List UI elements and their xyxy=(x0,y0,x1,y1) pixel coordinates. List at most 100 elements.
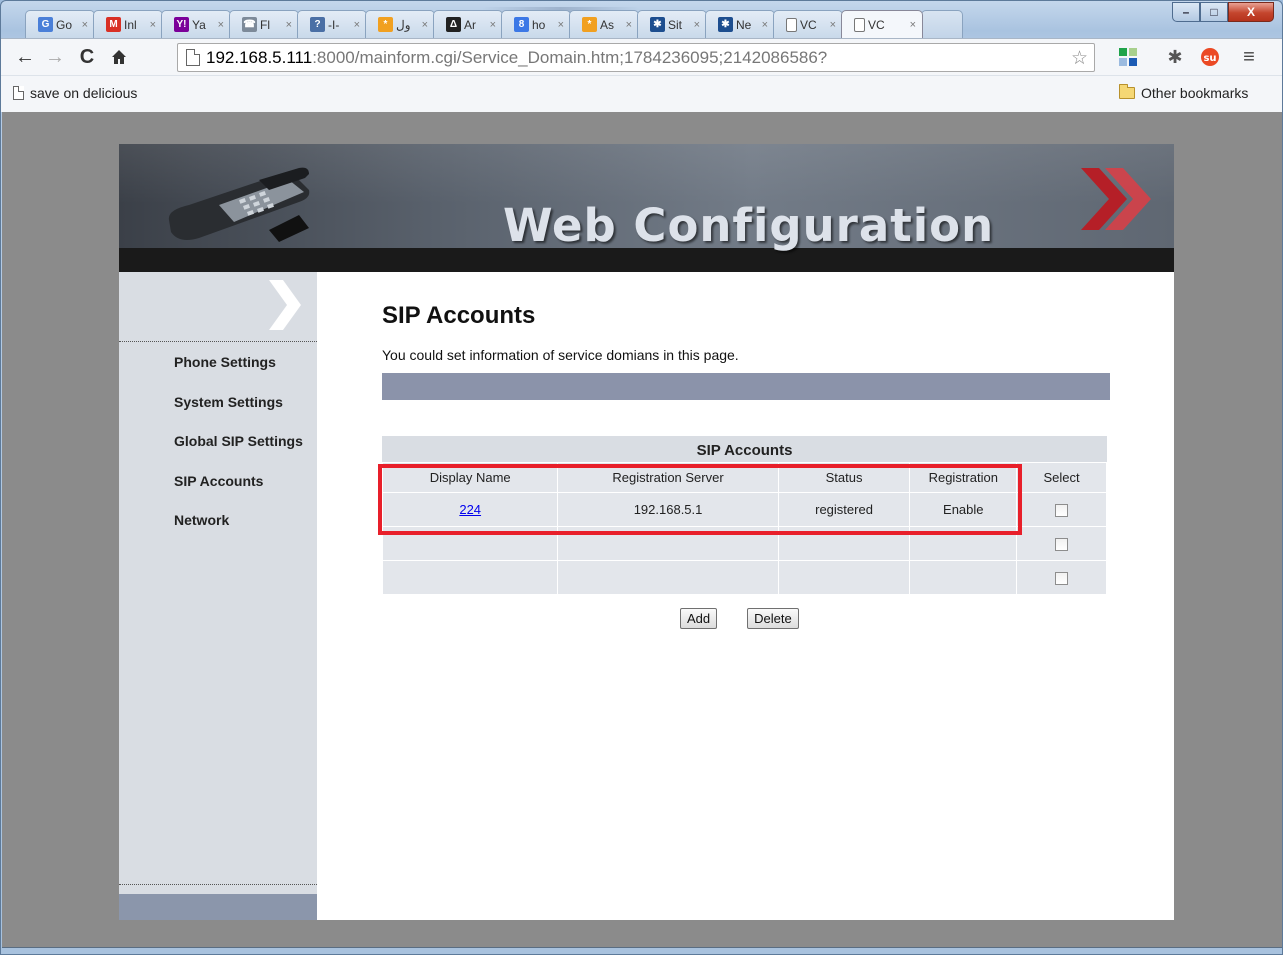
browser-tab[interactable]: VC × xyxy=(841,10,923,38)
registration-cell xyxy=(910,561,1017,594)
tab-label: VC xyxy=(868,17,885,32)
sidebar-item-global-sip-settings[interactable]: Global SIP Settings xyxy=(174,431,303,471)
bookmark-star-icon[interactable]: ☆ xyxy=(1071,47,1088,70)
display-name-cell xyxy=(383,527,558,560)
minimize-button[interactable]: – xyxy=(1172,2,1200,22)
status-cell xyxy=(778,561,910,594)
browser-tab[interactable]: ✱ Sit × xyxy=(637,10,707,38)
table-caption: SIP Accounts xyxy=(382,436,1107,462)
menu-icon[interactable]: ≡ xyxy=(1238,46,1260,68)
home-icon[interactable] xyxy=(107,45,131,69)
tab-close-icon[interactable]: × xyxy=(422,19,428,31)
sidebar-divider-bottom xyxy=(119,884,317,885)
sidebar-item-system-settings[interactable]: System Settings xyxy=(174,392,303,432)
registration-server-cell xyxy=(558,527,778,560)
display-name-cell: 224 xyxy=(383,493,558,526)
browser-tab[interactable]: VC × xyxy=(773,10,843,38)
column-header: Registration Server xyxy=(558,463,778,492)
window-controls: – □ X xyxy=(1172,2,1274,22)
sidebar-item-network[interactable]: Network xyxy=(174,510,303,550)
account-link[interactable]: 224 xyxy=(459,502,481,517)
tab-label: Ne xyxy=(736,17,752,32)
table-header-row: Display Name Registration Server Status … xyxy=(383,463,1106,492)
folder-icon xyxy=(1119,84,1135,99)
sidebar-item-phone-settings[interactable]: Phone Settings xyxy=(174,352,303,392)
tab-label: Ya xyxy=(192,17,206,32)
browser-tab[interactable]: ? -I- × xyxy=(297,10,367,38)
sidebar-item-sip-accounts[interactable]: SIP Accounts xyxy=(174,471,303,511)
browser-tab[interactable]: 8 ho × xyxy=(501,10,571,38)
tab-favicon-icon: Y! xyxy=(174,17,189,32)
browser-tab[interactable]: M Inl × xyxy=(93,10,163,38)
select-checkbox[interactable] xyxy=(1055,504,1069,518)
page-icon xyxy=(13,86,24,100)
browser-tab[interactable]: Δ Ar × xyxy=(433,10,503,38)
browser-tab[interactable]: ☎ Fl × xyxy=(229,10,299,38)
add-button[interactable]: Add xyxy=(680,608,718,629)
select-cell xyxy=(1017,561,1106,594)
new-tab-button[interactable] xyxy=(921,10,963,38)
tab-favicon-icon xyxy=(854,17,865,32)
action-buttons: Add Delete xyxy=(680,608,799,629)
column-header: Status xyxy=(778,463,910,492)
tab-close-icon[interactable]: × xyxy=(830,19,836,31)
tab-favicon-icon: G xyxy=(38,17,53,32)
select-checkbox[interactable] xyxy=(1055,572,1069,586)
browser-tab[interactable]: * As × xyxy=(569,10,639,38)
bookmark-save-on-delicious[interactable]: save on delicious xyxy=(13,85,137,101)
web-config-page: Web Configuration Phone Settings System S… xyxy=(119,144,1174,920)
page-description: You could set information of service dom… xyxy=(382,347,739,363)
tab-strip: G Go × M Inl × Y! Ya × ☎ Fl ×? -I- × * ول × Δ Ar × 8 ho × * As × ✱… xyxy=(25,10,963,38)
tab-close-icon[interactable]: × xyxy=(910,19,916,31)
tab-close-icon[interactable]: × xyxy=(558,19,564,31)
close-window-button[interactable]: X xyxy=(1228,2,1274,22)
tab-close-icon[interactable]: × xyxy=(82,19,88,31)
svg-text:su: su xyxy=(1203,53,1216,64)
browser-tab[interactable]: * ول × xyxy=(365,10,435,38)
double-chevron-icon xyxy=(1081,168,1151,230)
telephone-icon xyxy=(168,167,310,242)
tab-favicon-icon: ☎ xyxy=(242,17,257,32)
tab-close-icon[interactable]: × xyxy=(354,19,360,31)
tab-close-icon[interactable]: × xyxy=(150,19,156,31)
bookmarks-bar: save on delicious Other bookmarks xyxy=(1,75,1282,113)
tab-label: Inl xyxy=(124,17,137,32)
delete-button[interactable]: Delete xyxy=(747,608,799,629)
firebug-icon[interactable]: ✱ xyxy=(1164,46,1186,68)
back-arrow-icon[interactable]: ← xyxy=(13,45,37,69)
table-row xyxy=(383,527,1106,560)
reload-icon[interactable]: C xyxy=(75,45,99,69)
registration-cell xyxy=(910,527,1017,560)
tab-favicon-icon: ✱ xyxy=(718,17,733,32)
bookmark-label: save on delicious xyxy=(30,85,138,101)
sidebar-footer xyxy=(119,894,317,920)
display-name-cell xyxy=(383,561,558,594)
address-bar[interactable]: 192.168.5.111:8000/mainform.cgi/Service_… xyxy=(177,43,1095,72)
registration-server-cell: 192.168.5.1 xyxy=(558,493,778,526)
tab-close-icon[interactable]: × xyxy=(218,19,224,31)
tab-close-icon[interactable]: × xyxy=(694,19,700,31)
forward-arrow-icon[interactable]: → xyxy=(43,45,67,69)
tab-close-icon[interactable]: × xyxy=(490,19,496,31)
page-icon xyxy=(186,49,200,66)
sidebar: Phone Settings System Settings Global SIP … xyxy=(119,272,317,920)
browser-tab[interactable]: G Go × xyxy=(25,10,95,38)
table-row: 224 192.168.5.1 registered Enable xyxy=(383,493,1106,526)
tab-close-icon[interactable]: × xyxy=(286,19,292,31)
tab-label: Fl xyxy=(260,17,270,32)
tab-label: VC xyxy=(800,17,817,32)
tab-close-icon[interactable]: × xyxy=(626,19,632,31)
tab-label: -I- xyxy=(328,17,340,32)
extension-tiles-icon[interactable] xyxy=(1117,46,1139,68)
tab-favicon-icon: Δ xyxy=(446,17,461,32)
info-bar xyxy=(382,373,1110,400)
page-viewport: Web Configuration Phone Settings System S… xyxy=(2,112,1282,948)
sidebar-divider-top xyxy=(119,341,317,342)
stumbleupon-icon[interactable]: su xyxy=(1199,46,1221,68)
browser-tab[interactable]: Y! Ya × xyxy=(161,10,231,38)
bookmark-other-bookmarks[interactable]: Other bookmarks xyxy=(1119,84,1248,101)
browser-tab[interactable]: ✱ Ne × xyxy=(705,10,775,38)
tab-close-icon[interactable]: × xyxy=(762,19,768,31)
maximize-button[interactable]: □ xyxy=(1200,2,1228,22)
select-checkbox[interactable] xyxy=(1055,538,1069,552)
